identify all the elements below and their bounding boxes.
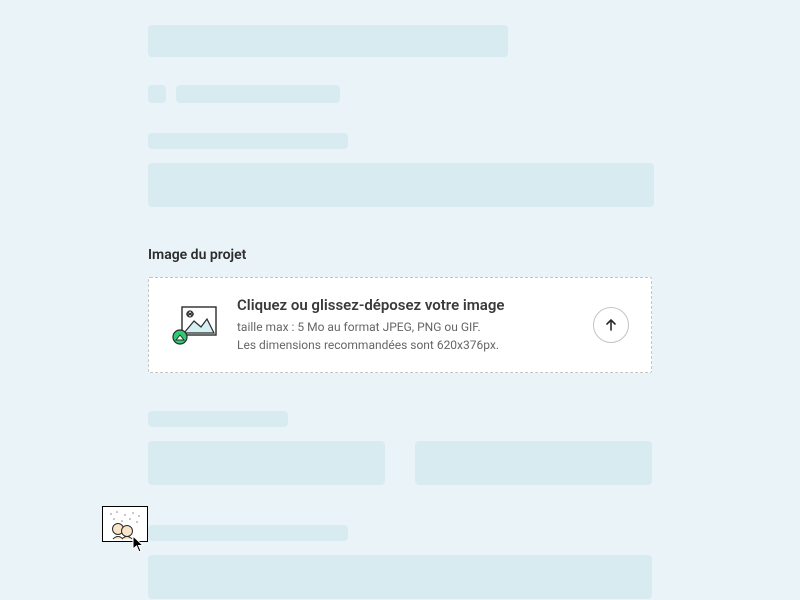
skeleton-title [148, 25, 508, 57]
skeleton-input [148, 441, 385, 485]
upload-title: Cliquez ou glissez-déposez votre image [237, 296, 575, 314]
upload-max-size: taille max : 5 Mo au format JPEG, PNG ou… [237, 318, 575, 336]
project-image-label: Image du projet [148, 247, 652, 263]
skeleton-label [148, 411, 288, 427]
skeleton-label [148, 525, 348, 541]
skeleton-row [148, 85, 652, 103]
cursor-icon [132, 535, 146, 557]
skeleton-input [415, 441, 652, 485]
upload-button[interactable] [593, 307, 629, 343]
upload-description: taille max : 5 Mo au format JPEG, PNG ou… [237, 318, 575, 354]
landscape-icon [171, 301, 219, 349]
image-upload-dropzone[interactable]: Cliquez ou glissez-déposez votre image t… [148, 277, 652, 373]
skeleton-line [176, 85, 340, 103]
skeleton-input [148, 163, 654, 207]
skeleton-label [148, 133, 348, 149]
skeleton-checkbox [148, 85, 166, 103]
arrow-up-icon [604, 318, 618, 332]
upload-dimensions: Les dimensions recommandées sont 620x376… [237, 336, 575, 354]
skeleton-input [148, 555, 652, 599]
upload-text-block: Cliquez ou glissez-déposez votre image t… [237, 296, 575, 354]
